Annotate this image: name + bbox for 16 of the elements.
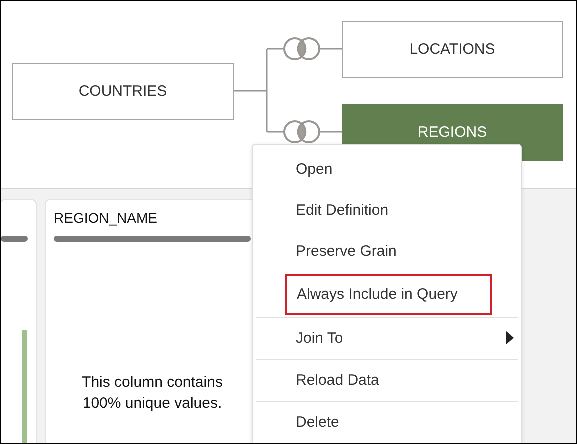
join-icon[interactable] [284,120,320,144]
column-bar [1,236,28,242]
table-node[interactable]: LOCATIONS [342,21,563,78]
menu-item[interactable]: Edit Definition [253,190,521,231]
menu-item[interactable]: Preserve Grain [253,231,521,272]
menu-item[interactable]: Always Include in Query [285,274,492,315]
join-icon[interactable] [284,38,320,60]
table-node[interactable]: COUNTRIES [12,63,234,120]
menu-item[interactable]: Delete [253,402,521,443]
submenu-arrow-icon [506,331,514,345]
menu-item[interactable]: Join To [253,318,521,359]
menu-item[interactable]: Reload Data [253,360,521,401]
connector-line [320,131,343,133]
column-note: This column contains 100% unique values. [81,373,224,414]
connector-line [320,48,343,50]
column-title: REGION_NAME [54,210,158,228]
